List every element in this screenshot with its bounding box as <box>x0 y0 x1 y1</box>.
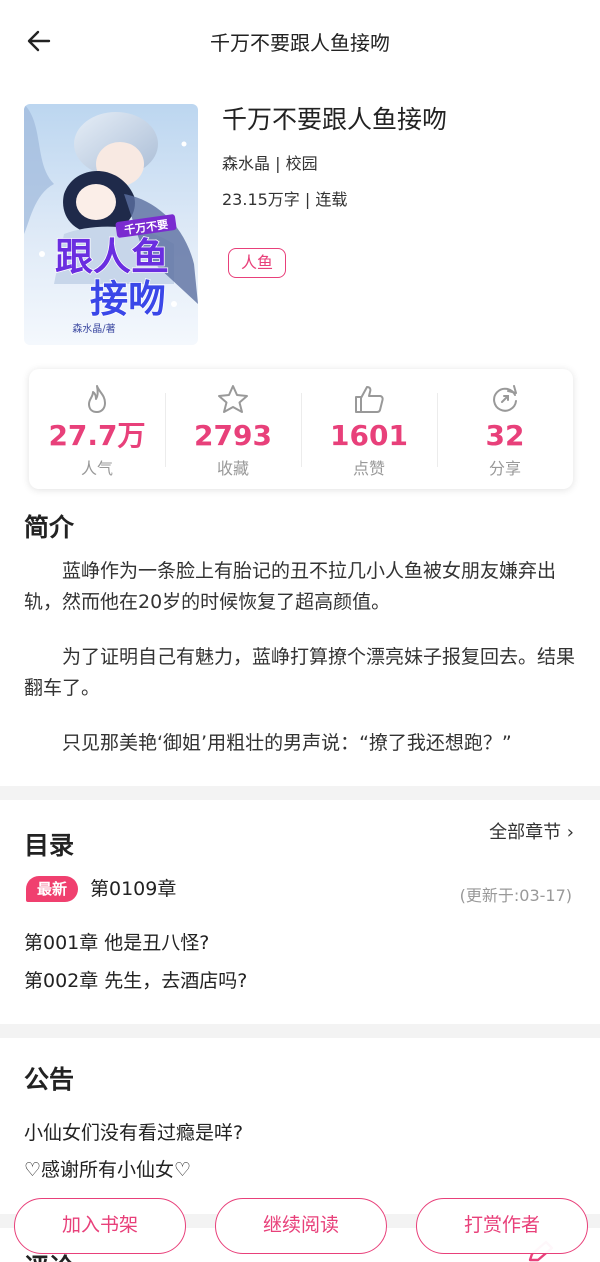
notice-heading: 公告 <box>24 1065 75 1094</box>
book-author-category: 森水晶 | 校园 <box>222 154 318 173</box>
book-words-status: 23.15万字 | 连载 <box>222 190 348 209</box>
section-divider <box>0 1024 600 1038</box>
cover-title-line1: 跟人鱼 <box>55 234 169 279</box>
cover-author: 森水晶/著 <box>72 322 115 335</box>
chapter-item[interactable]: 第001章 他是丑八怪? <box>24 928 209 955</box>
notice-line: ♡感谢所有小仙女♡ <box>24 1159 192 1181</box>
stats-card: 27.7万 人气 2793 收藏 1601 点赞 32 分享 <box>29 369 573 489</box>
stat-shares-value: 32 <box>485 419 525 452</box>
stat-favorites-label: 收藏 <box>216 459 249 478</box>
stat-shares[interactable]: 32 分享 <box>437 369 573 489</box>
stat-likes-value: 1601 <box>330 419 408 452</box>
stat-popularity-value: 27.7万 <box>48 419 146 452</box>
all-chapters-link[interactable]: 全部章节 › <box>489 818 574 844</box>
continue-reading-button[interactable]: 继续阅读 <box>215 1198 387 1254</box>
update-time: (更新于:03-17) <box>459 886 572 905</box>
stat-favorites[interactable]: 2793 收藏 <box>165 369 301 489</box>
share-icon <box>493 385 517 412</box>
book-title: 千万不要跟人鱼接吻 <box>222 105 448 134</box>
intro-text: 蓝峥作为一条脸上有胎记的丑不拉几小人鱼被女朋友嫌弃出轨，然而他在20岁的时候恢复… <box>24 556 576 783</box>
flame-icon <box>88 385 106 413</box>
chapter-item[interactable]: 第002章 先生，去酒店吗? <box>24 966 247 993</box>
intro-paragraph: 蓝峥作为一条脸上有胎记的丑不拉几小人鱼被女朋友嫌弃出轨，然而他在20岁的时候恢复… <box>24 560 557 613</box>
notice-line: 小仙女们没有看过瘾是咩? <box>24 1122 244 1144</box>
page-title: 千万不要跟人鱼接吻 <box>210 30 390 55</box>
stat-popularity: 27.7万 人气 <box>29 369 165 489</box>
back-button[interactable] <box>22 26 56 56</box>
stat-likes[interactable]: 1601 点赞 <box>301 369 437 489</box>
intro-paragraph: 只见那美艳‘御姐’用粗壮的男声说：“撩了我还想跑？” <box>62 732 512 754</box>
stat-likes-label: 点赞 <box>352 459 385 478</box>
add-to-shelf-button[interactable]: 加入书架 <box>14 1198 186 1254</box>
star-icon <box>218 385 248 413</box>
tip-author-button[interactable]: 打赏作者 <box>416 1198 588 1254</box>
thumbs-up-icon <box>355 386 384 413</box>
intro-paragraph: 为了证明自己有魅力，蓝峥打算撩个漂亮妹子报复回去。结果翻车了。 <box>24 646 576 699</box>
stat-favorites-value: 2793 <box>194 419 272 452</box>
stat-popularity-label: 人气 <box>80 459 113 478</box>
latest-chapter-link[interactable]: 第0109章 <box>90 874 176 901</box>
latest-badge: 最新 <box>26 876 78 902</box>
section-divider <box>0 786 600 800</box>
intro-heading: 简介 <box>24 513 75 542</box>
arrow-left-icon <box>27 30 51 52</box>
top-bar: 千万不要跟人鱼接吻 <box>0 0 600 82</box>
catalog-heading: 目录 <box>24 831 75 860</box>
stat-shares-label: 分享 <box>488 459 521 478</box>
book-cover[interactable]: 千万不要 跟人鱼 接吻 森水晶/著 <box>24 104 198 345</box>
book-tag[interactable]: 人鱼 <box>228 248 287 278</box>
cover-title-line2: 接吻 <box>90 276 166 321</box>
